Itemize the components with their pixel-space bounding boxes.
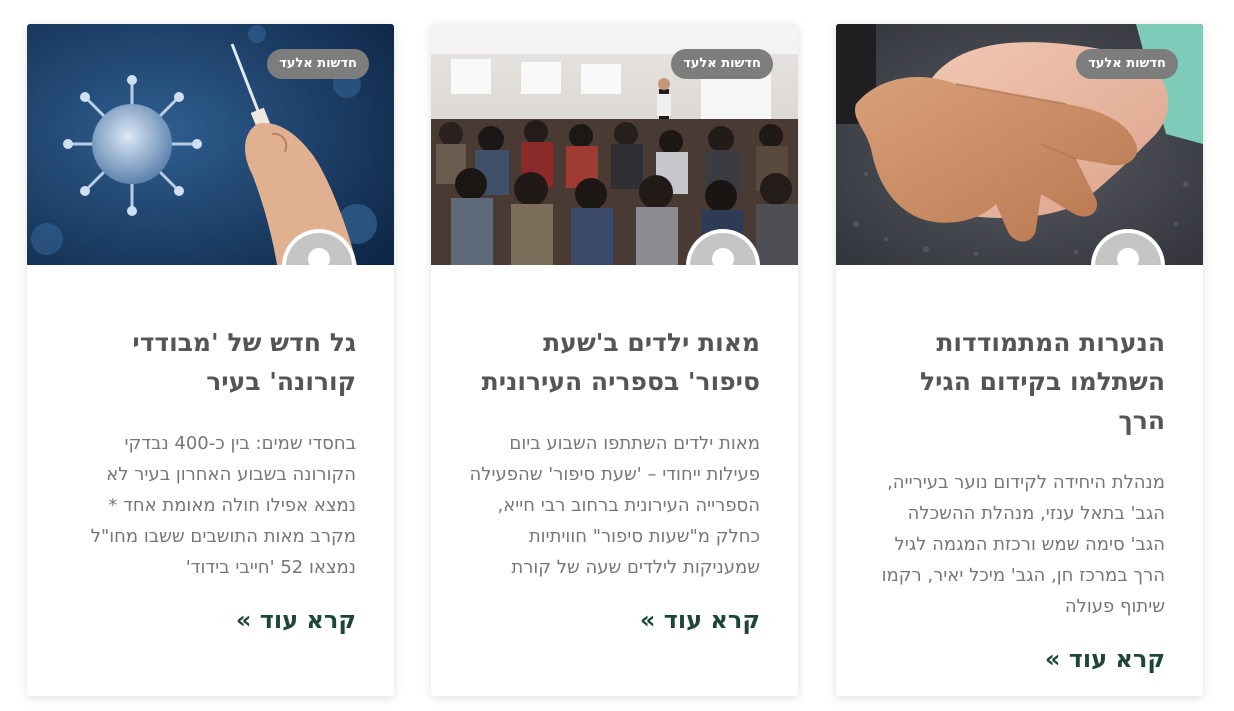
card-title[interactable]: מאות ילדים ב'שעת סיפור' בספריה העירונית <box>469 323 760 401</box>
card-excerpt: בחסדי שמים: בין כ-400 נבדקי הקורונה בשבו… <box>90 433 356 578</box>
news-grid: חדשות אלעד הנערות המתמודדות השתלמו בקידו… <box>0 0 1234 711</box>
category-badge[interactable]: חדשות אלעד <box>671 49 773 79</box>
read-more-link[interactable]: קרא עוד » <box>640 606 760 634</box>
card-title[interactable]: גל חדש של 'מבודדי קורונה' בעיר <box>65 323 356 401</box>
card-excerpt: מאות ילדים השתתפו השבוע ביום פעילות ייחו… <box>469 433 760 578</box>
news-card: חדשות אלעד מאות ילדים ב'שעת סיפור' בספרי… <box>431 24 798 696</box>
news-card: חדשות אלעד גל חדש של 'מבודדי קורונה' בעי… <box>27 24 394 696</box>
card-excerpt: מנהלת היחידה לקידום נוער בעירייה, הגב' ב… <box>881 472 1165 617</box>
card-thumbnail-virus[interactable]: חדשות אלעד <box>27 24 394 265</box>
card-thumbnail-audience[interactable]: חדשות אלעד <box>431 24 798 265</box>
card-title[interactable]: הנערות המתמודדות השתלמו בקידום הגיל הרך <box>874 323 1165 440</box>
read-more-link[interactable]: קרא עוד » <box>1045 645 1165 673</box>
card-thumbnail-hands[interactable]: חדשות אלעד <box>836 24 1203 265</box>
news-card: חדשות אלעד הנערות המתמודדות השתלמו בקידו… <box>836 24 1203 696</box>
category-badge[interactable]: חדשות אלעד <box>267 49 369 79</box>
read-more-link[interactable]: קרא עוד » <box>236 606 356 634</box>
category-badge[interactable]: חדשות אלעד <box>1076 49 1178 79</box>
